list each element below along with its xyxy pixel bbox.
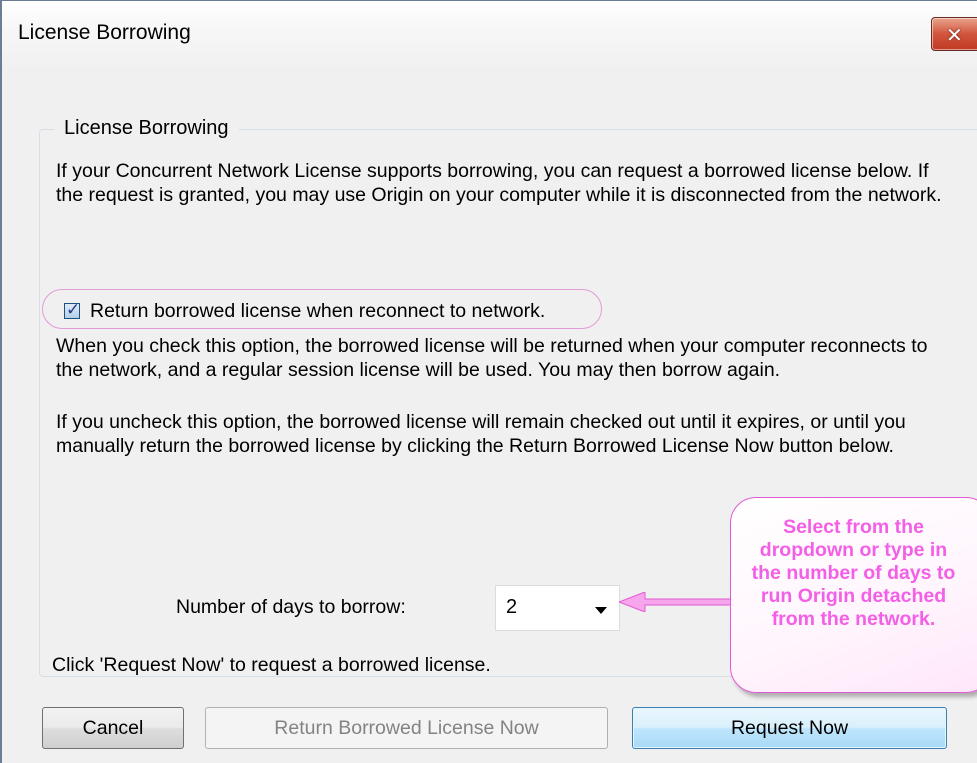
request-hint-text: Click 'Request Now' to request a borrowe…: [52, 654, 491, 676]
days-to-borrow-combobox[interactable]: 2: [495, 585, 620, 631]
close-button[interactable]: ✕: [931, 17, 977, 51]
unchecked-help-text: If you uncheck this option, the borrowed…: [56, 411, 906, 457]
callout-text: Select from the dropdown or type in the …: [751, 516, 956, 630]
title-bar: License Borrowing ✕: [2, 1, 977, 71]
days-value[interactable]: 2: [506, 596, 517, 619]
cancel-button[interactable]: Cancel: [42, 707, 184, 749]
return-borrowed-license-now-button[interactable]: Return Borrowed License Now: [205, 707, 608, 749]
window-title: License Borrowing: [18, 21, 191, 44]
annotation-arrow-icon: [619, 592, 735, 612]
group-title: License Borrowing: [54, 117, 239, 140]
check-icon: ✓: [66, 300, 81, 319]
return-on-reconnect-checkbox-row[interactable]: ✓ Return borrowed license when reconnect…: [64, 297, 545, 325]
intro-text: If your Concurrent Network License suppo…: [56, 160, 942, 206]
license-borrowing-dialog: License Borrowing ✕ License Borrowing If…: [0, 0, 977, 763]
days-to-borrow-label: Number of days to borrow:: [176, 596, 406, 618]
request-now-button[interactable]: Request Now: [632, 707, 947, 749]
close-icon: ✕: [946, 25, 963, 47]
checkbox-label[interactable]: Return borrowed license when reconnect t…: [90, 300, 545, 323]
annotation-callout: Select from the dropdown or type in the …: [730, 497, 977, 693]
return-on-reconnect-checkbox[interactable]: ✓: [64, 300, 81, 319]
chevron-down-icon[interactable]: [595, 607, 607, 614]
checked-help-text: When you check this option, the borrowed…: [56, 335, 928, 381]
